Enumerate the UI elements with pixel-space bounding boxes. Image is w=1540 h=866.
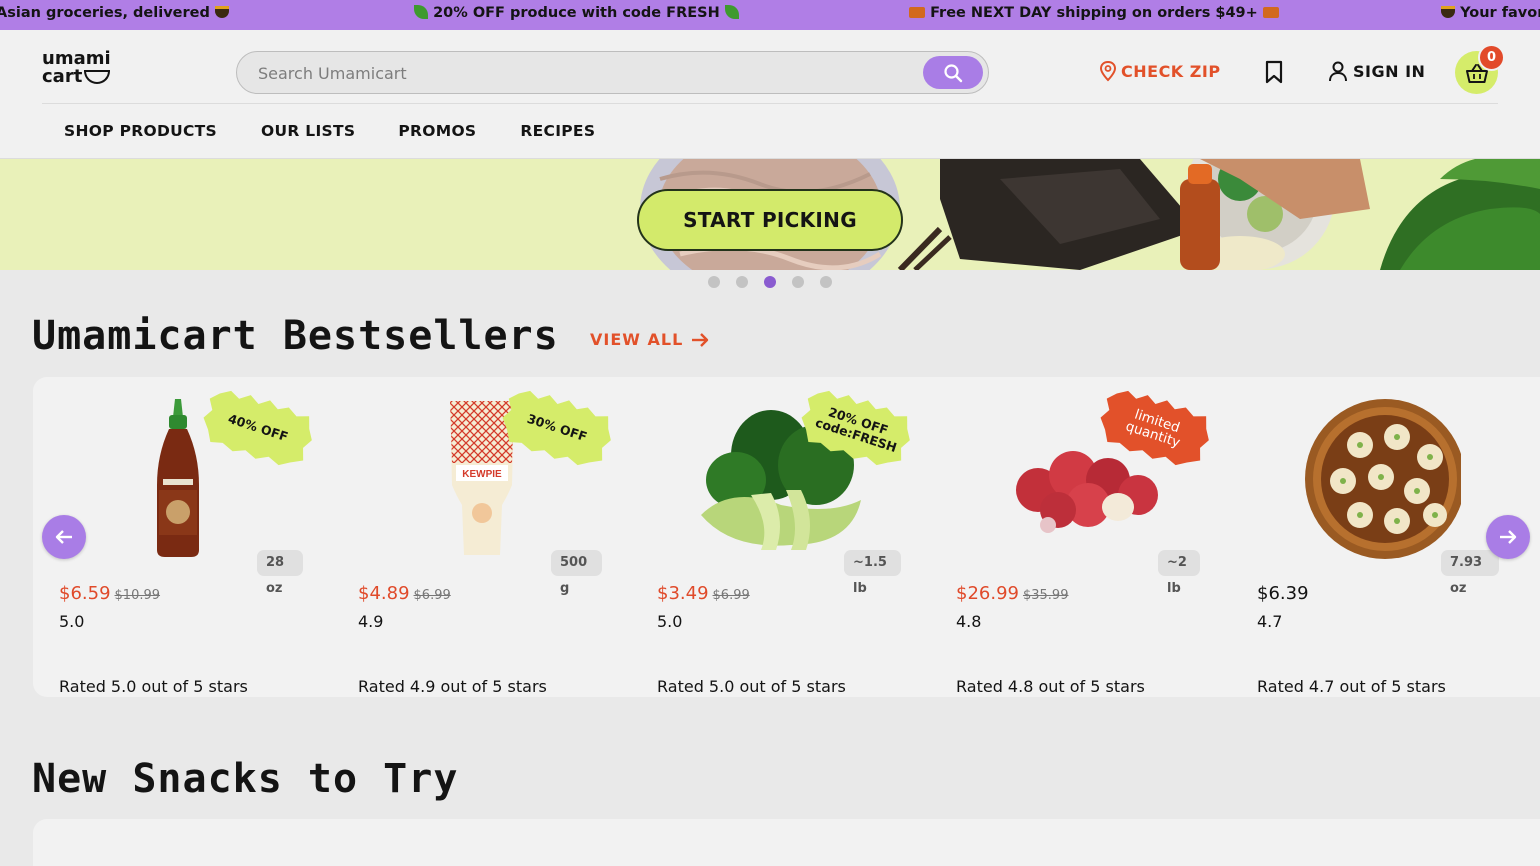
sign-in-button[interactable]: SIGN IN [1328, 60, 1425, 82]
carousel-dot-3[interactable] [764, 276, 776, 288]
start-picking-button[interactable]: START PICKING [637, 189, 903, 251]
svg-text:KEWPIE: KEWPIE [462, 469, 502, 480]
rating-value: 4.7 [1257, 612, 1283, 631]
arrow-right-icon [692, 332, 709, 347]
header-divider [42, 103, 1498, 104]
check-zip-label: CHECK ZIP [1121, 61, 1221, 81]
carousel-next-button[interactable] [1486, 515, 1530, 559]
cart-count-badge: 0 [1478, 44, 1505, 71]
announcement-bar: Asian groceries, delivered 20% OFF produ… [0, 0, 1540, 30]
product-card[interactable]: KEWPIE 30% OFF 500 g $4.89 $6.99 4.9 Rate… [332, 377, 611, 697]
pot-icon [214, 6, 229, 18]
rating-text: Rated 5.0 out of 5 stars [59, 677, 248, 696]
carousel-dot-1[interactable] [708, 276, 720, 288]
search-button[interactable] [923, 56, 983, 89]
leaf-icon [724, 5, 739, 19]
announcement-item: Your favor [1441, 5, 1540, 21]
arrow-right-icon [1500, 530, 1517, 544]
user-icon [1329, 61, 1347, 82]
search-icon [944, 63, 963, 82]
arrow-left-icon [55, 530, 72, 544]
search-input[interactable] [258, 62, 898, 84]
rating-value: 4.9 [358, 612, 384, 631]
rating-text: Rated 4.7 out of 5 stars [1257, 677, 1446, 696]
discount-tag: 40% OFF [196, 382, 320, 475]
price: $3.49 $6.99 [657, 583, 750, 604]
carousel-dot-2[interactable] [736, 276, 748, 288]
rating-value: 5.0 [59, 612, 85, 631]
view-all-label: VIEW ALL [590, 330, 684, 349]
nav-shop-products[interactable]: SHOP PRODUCTS [64, 122, 217, 140]
truck-icon [909, 7, 925, 18]
announcement-item: Asian groceries, delivered [0, 5, 229, 21]
weight-badge: ~2 lb [1158, 550, 1200, 596]
nav-recipes[interactable]: RECIPES [520, 122, 595, 140]
rating-text: Rated 5.0 out of 5 stars [657, 677, 846, 696]
bestsellers-title: Umamicart Bestsellers [32, 313, 559, 359]
bowl-icon [84, 70, 111, 84]
carousel-prev-button[interactable] [42, 515, 86, 559]
product-card[interactable]: limited quantity ~2 lb $26.99 $35.99 4.8 … [930, 377, 1209, 697]
bestsellers-carousel: 40% OFF 28 oz $6.59 $10.99 5.0 Rated 5.0 … [33, 377, 1540, 697]
dumplings-image [1305, 399, 1461, 559]
rating-value: 4.8 [956, 612, 982, 631]
hero-banner[interactable]: START PICKING [0, 159, 1540, 270]
check-zip-button[interactable]: CHECK ZIP [1099, 60, 1221, 82]
product-card[interactable]: 7.93 oz $6.39 4.7 Rated 4.7 out of 5 sta… [1229, 377, 1499, 697]
leaf-icon [414, 5, 428, 19]
nav-promos[interactable]: PROMOS [398, 122, 476, 140]
nav-our-lists[interactable]: OUR LISTS [261, 122, 355, 140]
new-snacks-title: New Snacks to Try [32, 756, 459, 802]
saved-lists-button[interactable] [1263, 60, 1285, 88]
logo-text-bottom: cart [42, 66, 83, 87]
product-card[interactable]: 20% OFF code:FRESH ~1.5 lb $3.49 $6.99 5.… [631, 377, 910, 697]
weight-badge: 500 g [551, 550, 602, 596]
site-header: umami cart CHECK ZIP SIGN IN 0 SHOP PROD… [0, 30, 1540, 159]
truck-icon [1262, 7, 1279, 18]
carousel-dot-4[interactable] [792, 276, 804, 288]
search-bar [236, 51, 989, 94]
price: $4.89 $6.99 [358, 583, 451, 604]
main-nav: SHOP PRODUCTS OUR LISTS PROMOS RECIPES [64, 122, 595, 140]
rating-text: Rated 4.9 out of 5 stars [358, 677, 547, 696]
price: $6.39 [1257, 583, 1309, 604]
location-pin-icon [1099, 60, 1117, 82]
bookmark-icon [1265, 60, 1283, 84]
carousel-dot-5[interactable] [820, 276, 832, 288]
price: $6.59 $10.99 [59, 583, 161, 604]
rating-value: 5.0 [657, 612, 683, 631]
sign-in-label: SIGN IN [1353, 61, 1426, 81]
rating-text: Rated 4.8 out of 5 stars [956, 677, 1145, 696]
view-all-link[interactable]: VIEW ALL [590, 330, 709, 349]
announcement-item: 20% OFF produce with code FRESH [414, 5, 739, 21]
pot-icon [1441, 6, 1455, 18]
logo[interactable]: umami cart [42, 50, 111, 86]
price: $26.99 $35.99 [956, 583, 1069, 604]
announcement-item: Free NEXT DAY shipping on orders $49+ [909, 5, 1279, 21]
weight-badge: 28 oz [257, 550, 303, 596]
weight-badge: ~1.5 lb [844, 550, 901, 596]
weight-badge: 7.93 oz [1441, 550, 1499, 596]
hero-carousel-dots [708, 276, 832, 288]
new-snacks-carousel [33, 819, 1540, 866]
